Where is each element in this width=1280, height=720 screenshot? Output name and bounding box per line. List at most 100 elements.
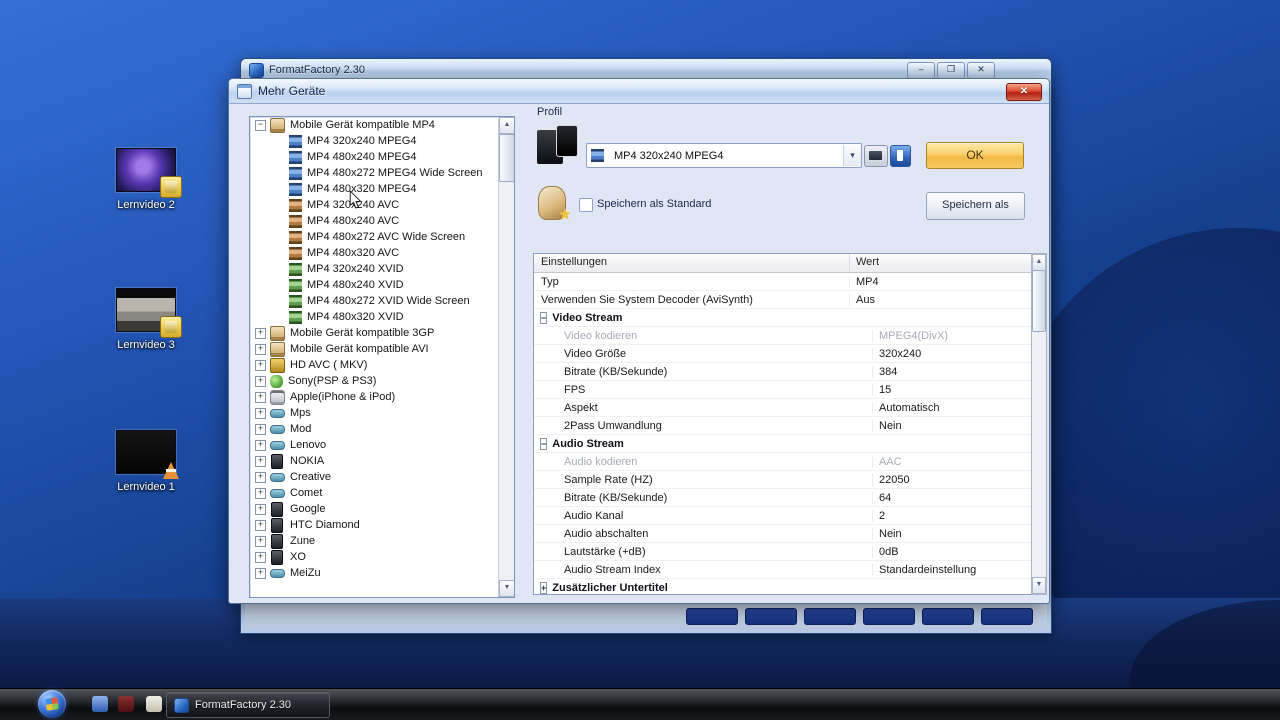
close-button[interactable]: ✕ (967, 62, 995, 79)
tree-item[interactable]: + NOKIA (250, 453, 499, 469)
tree-item[interactable]: MP4 480x272 XVID Wide Screen (250, 293, 499, 309)
table-row[interactable]: Audio abschalten Nein (534, 525, 1032, 543)
start-button[interactable] (38, 690, 66, 718)
table-row[interactable]: Video Größe 320x240 (534, 345, 1032, 363)
tree-item[interactable]: + HD AVC ( MKV) (250, 357, 499, 373)
minus-expander-icon[interactable]: − (540, 311, 548, 324)
ok-button[interactable]: OK (926, 142, 1024, 169)
save-as-button[interactable]: Speichern als (926, 192, 1025, 220)
desktop-icon-lernvideo-2[interactable]: Lernvideo 2 (100, 148, 192, 211)
plus-expander-icon[interactable]: + (255, 423, 266, 435)
tree-item[interactable]: MP4 480x320 AVC (250, 245, 499, 261)
plus-expander-icon[interactable]: + (255, 519, 266, 531)
table-section-row[interactable]: − Audio Stream (534, 435, 1032, 453)
tree-scrollbar[interactable]: ▲ ▼ (498, 117, 514, 597)
plus-expander-icon[interactable]: + (255, 487, 266, 499)
tree-item[interactable]: + Sony(PSP & PS3) (250, 373, 499, 389)
maximize-button[interactable]: ❐ (937, 62, 965, 79)
tree-item[interactable]: + Mobile Gerät kompatible 3GP (250, 325, 499, 341)
plus-expander-icon[interactable]: + (255, 327, 266, 339)
plus-expander-icon[interactable]: + (255, 407, 266, 419)
table-row[interactable]: Audio Stream Index Standardeinstellung (534, 561, 1032, 579)
tree-item[interactable]: MP4 480x240 XVID (250, 277, 499, 293)
table-scrollbar[interactable]: ▲ ▼ (1031, 253, 1047, 595)
tree-item[interactable]: MP4 320x240 MPEG4 (250, 133, 499, 149)
table-row[interactable]: FPS 15 (534, 381, 1032, 399)
plus-expander-icon[interactable]: + (255, 375, 266, 387)
output-setting-icon-button[interactable] (864, 145, 888, 167)
table-section-row[interactable]: − Video Stream (534, 309, 1032, 327)
tree-item[interactable]: + HTC Diamond (250, 517, 499, 533)
desktop-icon-lernvideo-3[interactable]: Lernvideo 3 (100, 288, 192, 351)
tree-item[interactable]: MP4 320x240 AVC (250, 197, 499, 213)
quicklaunch-media-icon[interactable] (92, 696, 108, 712)
table-row[interactable]: Verwenden Sie System Decoder (AviSynth) A… (534, 291, 1032, 309)
plus-expander-icon[interactable]: + (255, 471, 266, 483)
table-row[interactable]: Bitrate (KB/Sekunde) 384 (534, 363, 1032, 381)
quicklaunch-notes-icon[interactable] (146, 696, 162, 712)
minimize-button[interactable]: – (907, 62, 935, 79)
table-row[interactable]: Bitrate (KB/Sekunde) 64 (534, 489, 1032, 507)
tree-item[interactable]: MP4 480x272 MPEG4 Wide Screen (250, 165, 499, 181)
plus-expander-icon[interactable]: + (255, 359, 266, 371)
table-row[interactable]: Audio kodieren AAC (534, 453, 1032, 471)
chevron-down-icon[interactable]: ▾ (843, 145, 861, 166)
header-einstellungen[interactable]: Einstellungen (534, 254, 850, 272)
quicklaunch-app-icon[interactable] (118, 696, 134, 712)
minus-expander-icon[interactable]: − (255, 119, 266, 131)
tree-item[interactable]: MP4 480x240 MPEG4 (250, 149, 499, 165)
plus-expander-icon[interactable]: + (255, 503, 266, 515)
tree-item[interactable]: + Creative (250, 469, 499, 485)
plus-expander-icon[interactable]: + (255, 439, 266, 451)
table-row[interactable]: Lautstärke (+dB) 0dB (534, 543, 1032, 561)
tree-item[interactable]: + Zune (250, 533, 499, 549)
table-row[interactable]: Audio Kanal 2 (534, 507, 1032, 525)
plus-expander-icon[interactable]: + (255, 567, 266, 579)
tree-item[interactable]: + XO (250, 549, 499, 565)
tree-item[interactable]: MP4 320x240 XVID (250, 261, 499, 277)
tree-item[interactable]: MP4 480x320 MPEG4 (250, 181, 499, 197)
table-row[interactable]: Sample Rate (HZ) 22050 (534, 471, 1032, 489)
tree-item[interactable]: MP4 480x272 AVC Wide Screen (250, 229, 499, 245)
scroll-up-icon[interactable]: ▲ (499, 117, 514, 134)
taskbar-app-button[interactable]: FormatFactory 2.30 (166, 692, 330, 718)
plus-expander-icon[interactable]: + (255, 535, 266, 547)
dialog-close-button[interactable]: ✕ (1006, 83, 1042, 101)
table-row[interactable]: Video kodieren MPEG4(DivX) (534, 327, 1032, 345)
tree-item[interactable]: + Comet (250, 485, 499, 501)
tree-item[interactable]: + Mobile Gerät kompatible AVI (250, 341, 499, 357)
tree-item[interactable]: MP4 480x240 AVC (250, 213, 499, 229)
scroll-down-icon[interactable]: ▼ (499, 580, 514, 597)
plus-expander-icon[interactable]: + (255, 455, 266, 467)
tree-item[interactable]: + Mps (250, 405, 499, 421)
desktop-icon-lernvideo-1[interactable]: Lernvideo 1 (100, 430, 192, 493)
tree-item[interactable]: + Apple(iPhone & iPod) (250, 389, 499, 405)
minus-expander-icon[interactable]: − (540, 437, 548, 450)
plus-expander-icon[interactable]: + (255, 343, 266, 355)
dialog-titlebar[interactable]: Mehr Geräte (229, 79, 1049, 104)
table-row[interactable]: Aspekt Automatisch (534, 399, 1032, 417)
tree-item[interactable]: + MeiZu (250, 565, 499, 581)
tree-item[interactable]: + Mod (250, 421, 499, 437)
film-amber-icon (289, 246, 302, 260)
table-section-row[interactable]: + Zusätzlicher Untertitel (534, 579, 1032, 594)
plus-expander-icon[interactable]: + (255, 391, 266, 403)
tree-item-label: MP4 480x320 XVID (307, 311, 404, 323)
save-default-checkbox[interactable] (579, 198, 593, 212)
scroll-down-icon[interactable]: ▼ (1032, 577, 1046, 594)
dialog-icon (237, 83, 252, 99)
plus-expander-icon[interactable]: + (255, 551, 266, 563)
info-icon-button[interactable] (890, 145, 911, 167)
tree-item[interactable]: − Mobile Gerät kompatible MP4 (250, 117, 499, 133)
tree-item[interactable]: + Lenovo (250, 437, 499, 453)
plus-expander-icon[interactable]: + (540, 581, 548, 594)
header-wert[interactable]: Wert (850, 254, 1032, 272)
scrollbar-thumb[interactable] (499, 134, 514, 182)
table-row[interactable]: 2Pass Umwandlung Nein (534, 417, 1032, 435)
table-row[interactable]: Typ MP4 (534, 273, 1032, 291)
profile-combobox[interactable]: MP4 320x240 MPEG4 ▾ (586, 143, 862, 168)
tree-item[interactable]: MP4 480x320 XVID (250, 309, 499, 325)
tree-item[interactable]: + Google (250, 501, 499, 517)
scrollbar-thumb[interactable] (1032, 270, 1046, 332)
scroll-up-icon[interactable]: ▲ (1032, 254, 1046, 271)
